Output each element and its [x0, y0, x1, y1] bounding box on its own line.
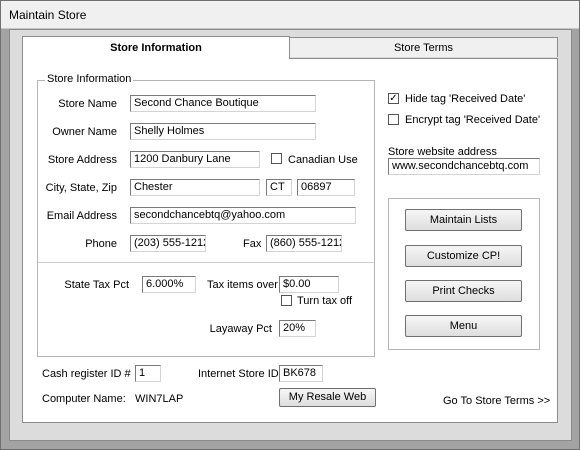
owner-name-label: Owner Name: [52, 126, 117, 138]
state-tax-pct-label: State Tax Pct: [64, 279, 129, 291]
canadian-use-checkbox[interactable]: [271, 153, 282, 164]
tax-items-over-label: Tax items over: [207, 279, 278, 291]
city-state-zip-label: City, State, Zip: [45, 182, 117, 194]
turn-tax-off-label: Turn tax off: [297, 295, 353, 307]
go-to-store-terms-link[interactable]: Go To Store Terms >>: [443, 395, 550, 407]
tax-items-over-input[interactable]: $0.00: [279, 276, 339, 293]
computer-name-label: Computer Name:: [42, 393, 126, 405]
store-information-panel: Store Information Store Name Second Chan…: [22, 58, 558, 423]
website-label: Store website address: [388, 146, 497, 158]
store-address-input[interactable]: 1200 Danbury Lane: [130, 151, 260, 168]
city-input[interactable]: Chester: [130, 179, 260, 196]
title-bar: Maintain Store: [1, 1, 579, 29]
hide-received-date-checkbox[interactable]: ✓: [388, 93, 399, 104]
email-address-label: Email Address: [46, 210, 117, 222]
fax-input[interactable]: (860) 555-1212: [266, 235, 342, 252]
tab-store-terms[interactable]: Store Terms: [289, 37, 558, 57]
encrypt-received-date-checkbox[interactable]: [388, 114, 399, 125]
cash-register-input[interactable]: 1: [135, 365, 161, 382]
store-name-input[interactable]: Second Chance Boutique: [130, 95, 316, 112]
email-address-input[interactable]: secondchancebtq@yahoo.com: [130, 207, 356, 224]
turn-tax-off-checkbox[interactable]: [281, 295, 292, 306]
layaway-pct-input[interactable]: 20%: [279, 320, 316, 337]
print-checks-button[interactable]: Print Checks: [405, 280, 522, 302]
zip-input[interactable]: 06897: [297, 179, 355, 196]
store-name-label: Store Name: [58, 98, 117, 110]
encrypt-received-date-label: Encrypt tag 'Received Date': [405, 114, 541, 126]
group-legend: Store Information: [45, 73, 134, 85]
phone-input[interactable]: (203) 555-1212: [130, 235, 206, 252]
window-title: Maintain Store: [9, 8, 87, 22]
cash-register-label: Cash register ID #: [42, 368, 131, 380]
menu-button[interactable]: Menu: [405, 315, 522, 337]
state-input[interactable]: CT: [266, 179, 292, 196]
store-address-label: Store Address: [47, 154, 117, 166]
owner-name-input[interactable]: Shelly Holmes: [130, 123, 316, 140]
fax-label: Fax: [243, 238, 262, 250]
group-divider: [38, 262, 374, 263]
hide-received-date-label: Hide tag 'Received Date': [405, 93, 526, 105]
internet-store-id-label: Internet Store ID: [198, 368, 279, 380]
state-tax-pct-input[interactable]: 6.000%: [142, 276, 196, 293]
layaway-pct-label: Layaway Pct: [209, 323, 272, 335]
tab-store-information[interactable]: Store Information: [22, 36, 290, 59]
computer-name-value: WIN7LAP: [135, 393, 184, 405]
maintain-lists-button[interactable]: Maintain Lists: [405, 209, 522, 231]
canadian-use-label: Canadian Use: [288, 154, 358, 166]
my-resale-web-button[interactable]: My Resale Web: [279, 388, 376, 407]
customize-cp-button[interactable]: Customize CP!: [405, 245, 522, 267]
website-input[interactable]: www.secondchancebtq.com: [388, 158, 540, 175]
internet-store-id-input[interactable]: BK678: [279, 365, 323, 382]
phone-label: Phone: [85, 238, 117, 250]
